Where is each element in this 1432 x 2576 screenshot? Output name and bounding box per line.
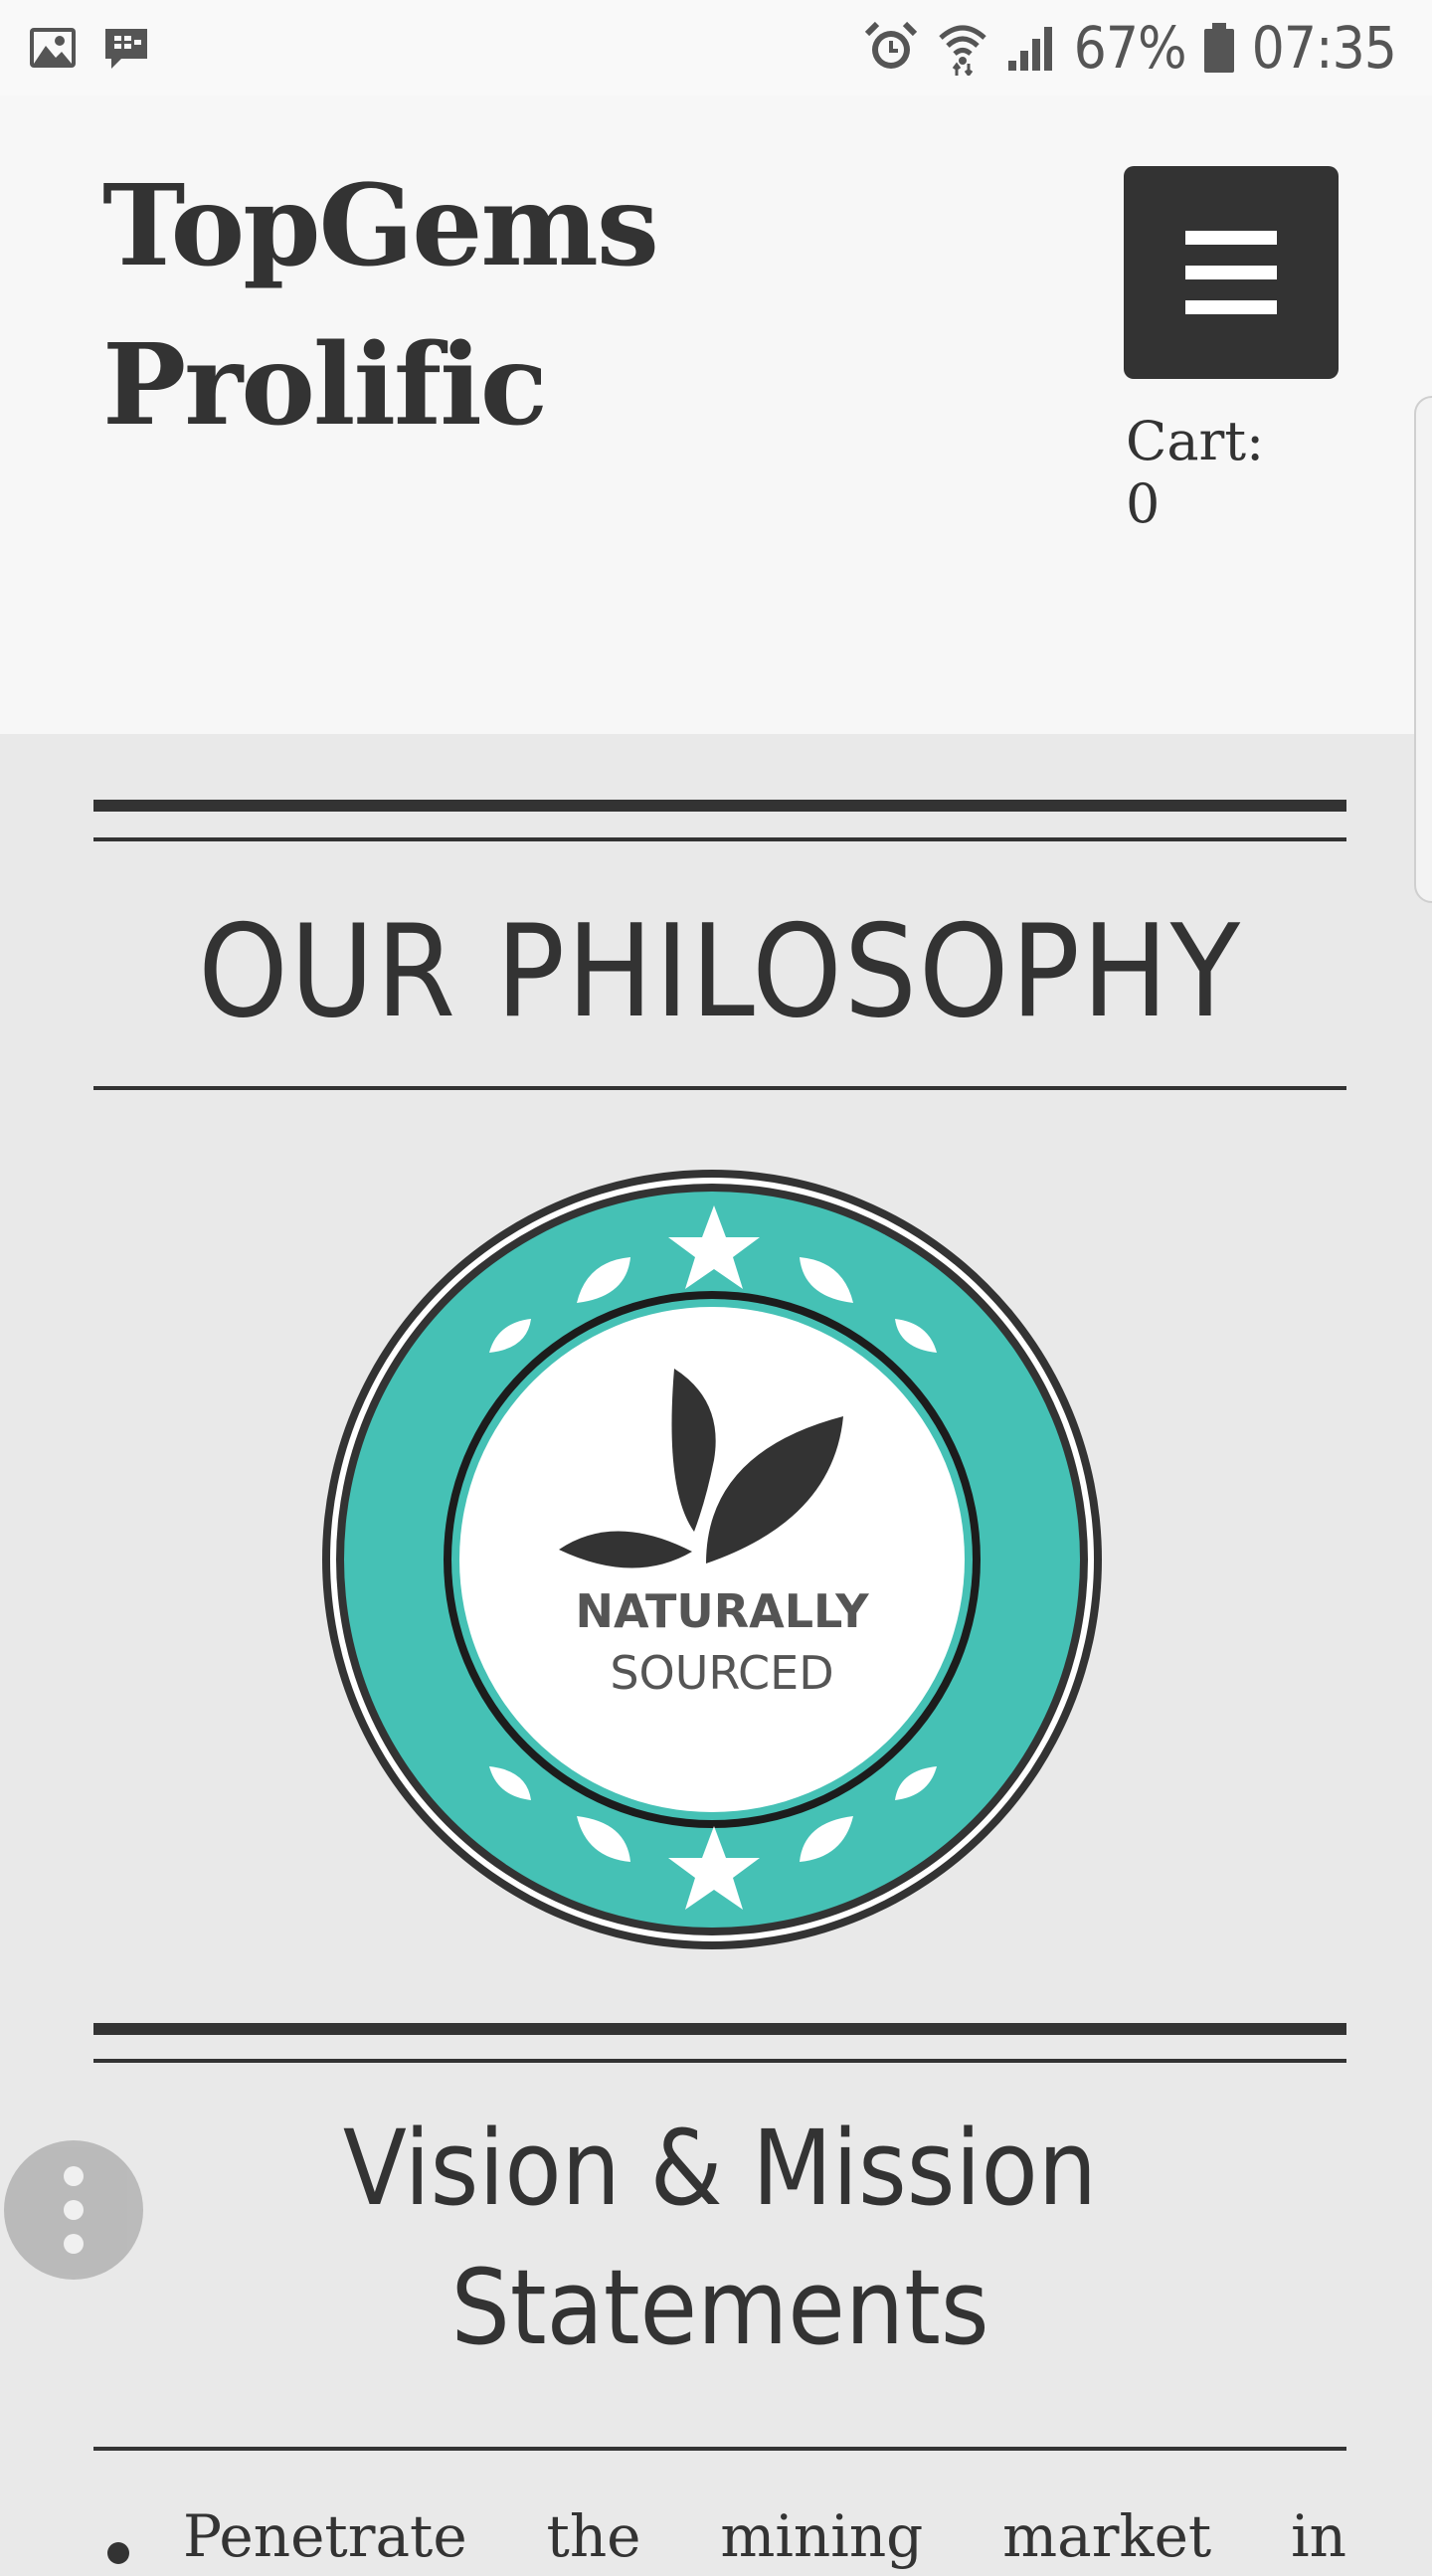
signal-icon bbox=[1007, 27, 1052, 71]
clock: 07:35 bbox=[1251, 14, 1397, 82]
site-header: TopGems Prolific Cart: 0 bbox=[0, 95, 1432, 734]
site-logo-text[interactable]: TopGems Prolific bbox=[102, 147, 739, 465]
hamburger-icon bbox=[1185, 231, 1277, 314]
side-drawer-handle[interactable] bbox=[1414, 396, 1432, 903]
brand-line-1: TopGems bbox=[102, 161, 659, 291]
gallery-icon bbox=[30, 28, 76, 68]
divider-thin bbox=[93, 1086, 1346, 1090]
list-item: Penetrate the mining market in bbox=[93, 2496, 1346, 2576]
vision-mission-title: Vision & Mission Statements bbox=[93, 2099, 1346, 2377]
status-bar-right: 67% 07:35 bbox=[863, 14, 1432, 82]
more-options-button[interactable] bbox=[4, 2140, 143, 2280]
more-vertical-icon-dot bbox=[64, 2200, 84, 2220]
more-vertical-icon-dot bbox=[64, 2234, 84, 2254]
wifi-icon bbox=[938, 25, 986, 76]
divider-thick bbox=[93, 2023, 1346, 2035]
naturally-sourced-badge: NATURALLY SOURCED bbox=[322, 1170, 1102, 1949]
more-vertical-icon bbox=[64, 2166, 84, 2186]
bbm-icon bbox=[105, 29, 147, 69]
status-bar: 67% 07:35 bbox=[0, 0, 1432, 95]
menu-button[interactable] bbox=[1124, 166, 1339, 379]
vision-title-line-2: Statements bbox=[450, 2247, 989, 2368]
badge-line-1: NATURALLY bbox=[575, 1584, 869, 1638]
battery-icon bbox=[1203, 23, 1234, 73]
alarm-icon bbox=[864, 21, 917, 69]
vision-title-line-1: Vision & Mission bbox=[342, 2108, 1098, 2229]
cart-link[interactable]: Cart: 0 bbox=[1126, 410, 1305, 535]
divider-thin bbox=[93, 2059, 1346, 2063]
brand-line-2: Prolific bbox=[102, 320, 548, 451]
vision-list: Penetrate the mining market in bbox=[93, 2496, 1346, 2576]
battery-percent: 67% bbox=[1073, 14, 1187, 82]
status-bar-left bbox=[0, 25, 151, 71]
divider-thin bbox=[93, 2447, 1346, 2451]
philosophy-title: OUR PHILOSOPHY bbox=[198, 898, 1242, 1046]
cart-label: Cart: 0 bbox=[1126, 410, 1265, 535]
badge-line-2: SOURCED bbox=[610, 1646, 833, 1700]
divider-thick bbox=[93, 800, 1346, 812]
divider-thin bbox=[93, 837, 1346, 841]
